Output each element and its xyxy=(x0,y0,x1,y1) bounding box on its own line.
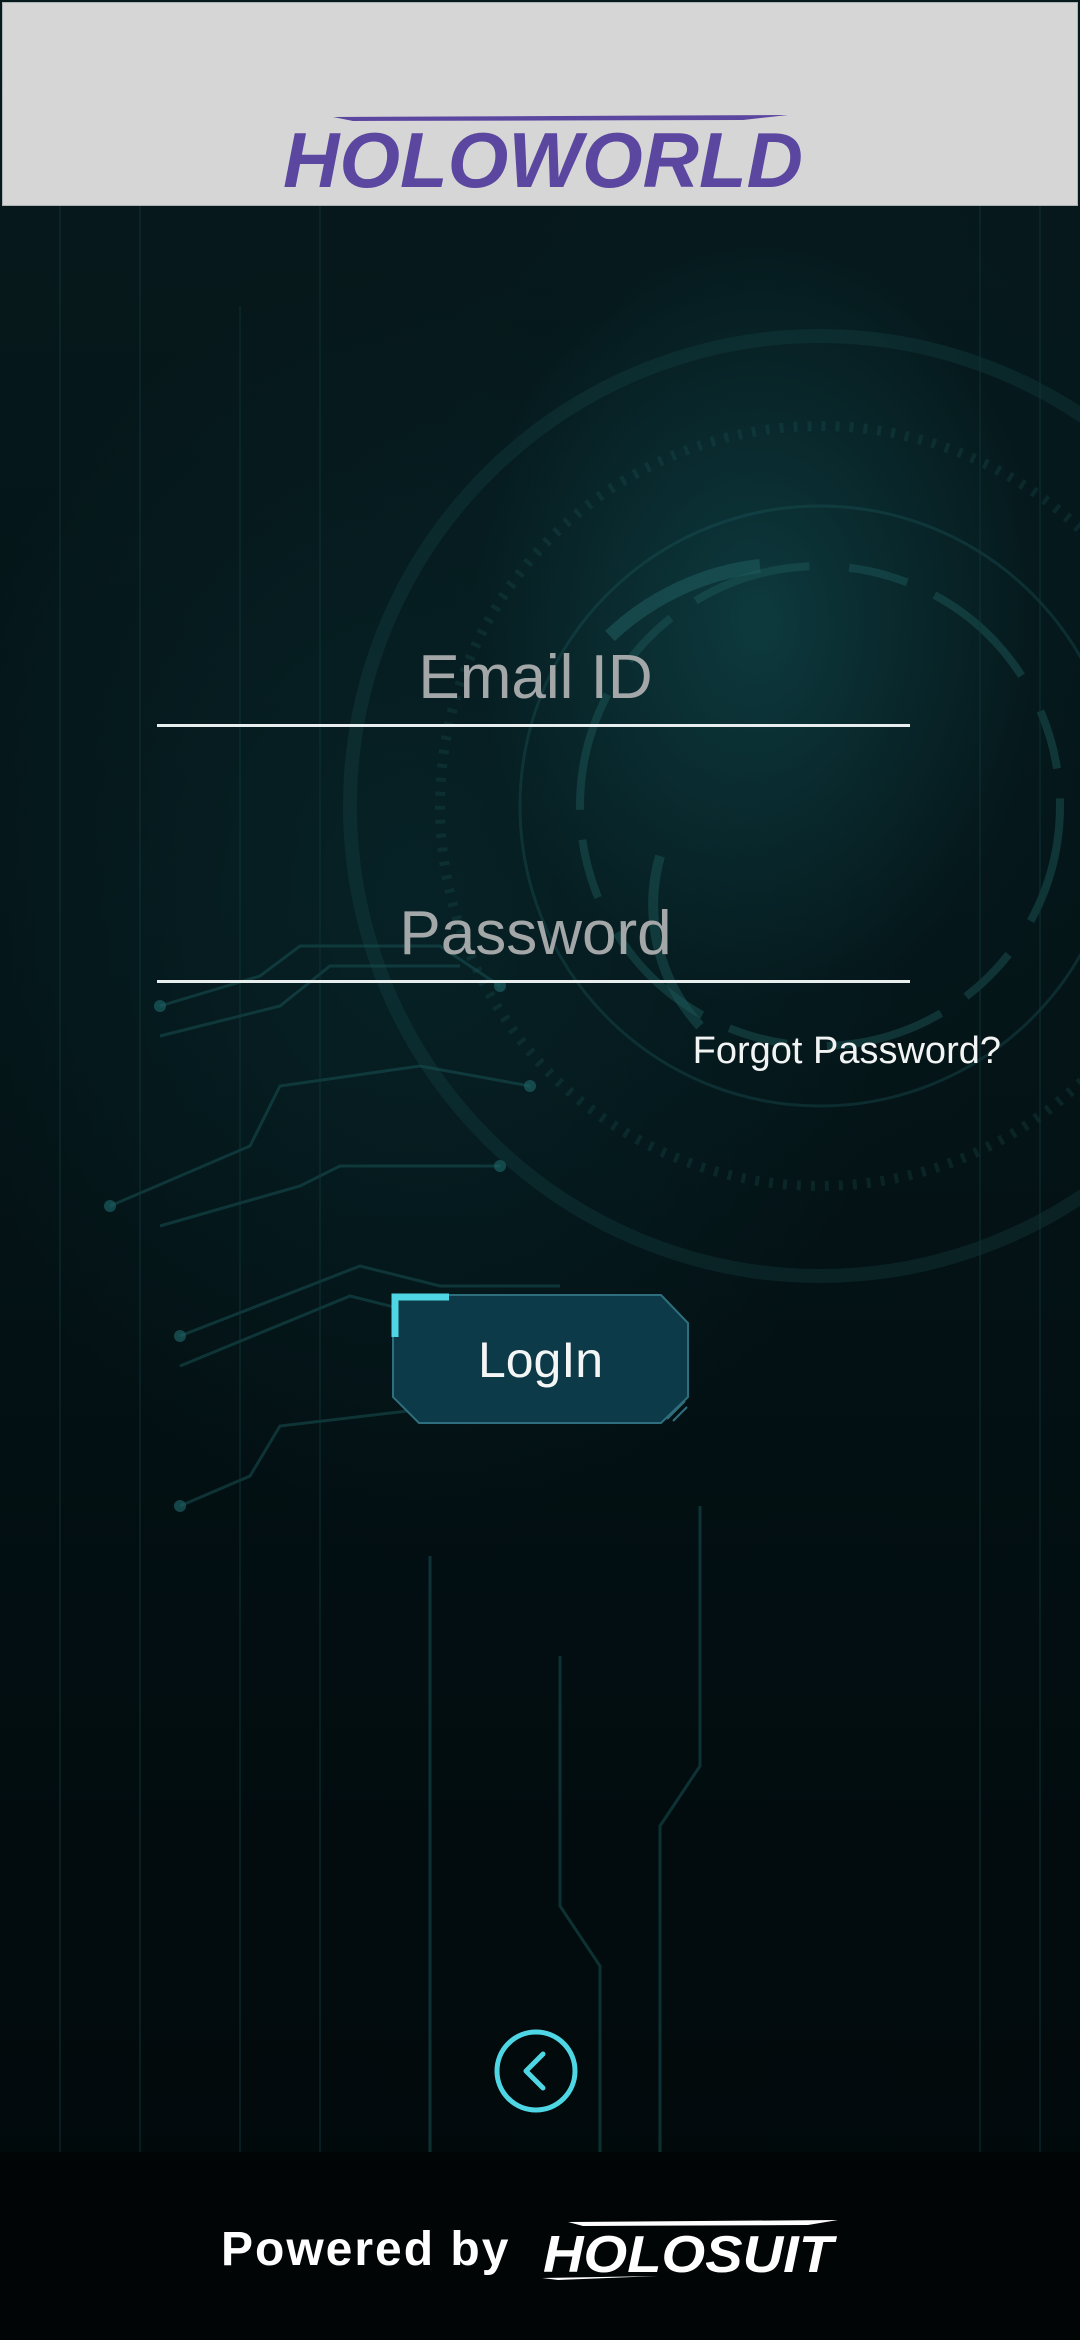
password-input[interactable] xyxy=(157,892,914,974)
chevron-left-icon xyxy=(523,2051,546,2091)
login-button-label: LogIn xyxy=(477,1332,604,1388)
password-field[interactable] xyxy=(157,880,914,983)
login-button[interactable]: LogIn xyxy=(391,1293,690,1425)
forgot-password-link[interactable]: Forgot Password? xyxy=(693,1030,1001,1073)
email-field[interactable] xyxy=(157,624,914,727)
holosuit-logo: HOLOSUIT xyxy=(542,2220,838,2280)
circuit-background xyxy=(59,206,1080,2156)
svg-text:HOLOSUIT: HOLOSUIT xyxy=(543,2226,838,2280)
powered-by-label: Powered by xyxy=(221,2223,511,2276)
app-header: HOLOWORLD xyxy=(2,2,1078,206)
svg-text:HOLOWORLD: HOLOWORLD xyxy=(283,116,803,193)
login-screen: HOLOWORLD Forgot Password? LogIn Powered… xyxy=(0,0,1080,2340)
footer: Powered by HOLOSUIT xyxy=(0,2152,1080,2340)
holoworld-logo: HOLOWORLD xyxy=(283,115,803,193)
back-button[interactable] xyxy=(493,2028,579,2114)
email-input[interactable] xyxy=(157,636,914,718)
